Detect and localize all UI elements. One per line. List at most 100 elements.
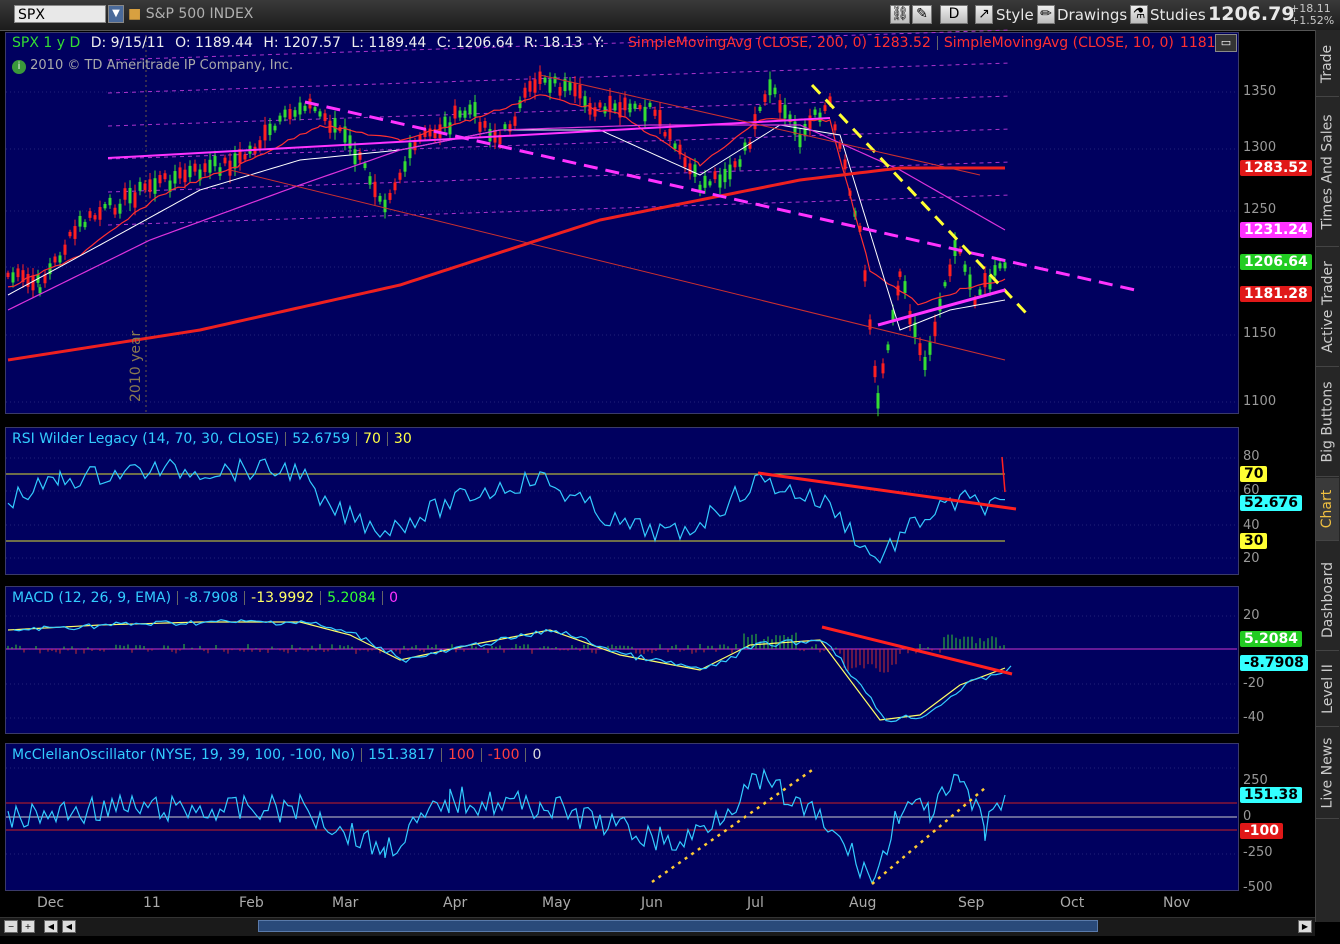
candle-body [463, 110, 467, 118]
mcclellan-label[interactable]: McClellanOscillator (NYSE, 19, 39, 100, … [12, 747, 355, 763]
candle-body [16, 268, 20, 278]
candle-body [998, 263, 1002, 269]
candle-body [648, 102, 652, 107]
candle-body [153, 178, 157, 194]
candle-body [208, 159, 212, 173]
mcclellan-tick: -250 [1243, 845, 1273, 860]
candle-body [553, 76, 557, 84]
candle-body [513, 116, 517, 126]
macd-value: -8.7908 [184, 590, 239, 606]
candle-body [703, 175, 707, 188]
rsi-value-tag: 52.676 [1240, 495, 1303, 511]
candle-body [93, 215, 97, 220]
scroll-right-icon[interactable]: ▶ [1298, 920, 1312, 933]
x-label: May [542, 895, 571, 911]
candle-body [243, 154, 247, 160]
scroll-thumb[interactable] [258, 920, 1098, 932]
candle-body [293, 110, 297, 117]
candle-body [163, 173, 167, 180]
candle-body [173, 171, 177, 184]
info-icon[interactable]: i [12, 60, 26, 74]
candle-body [733, 161, 737, 168]
candle-body [313, 107, 317, 112]
candle-body [538, 71, 542, 84]
candle-body [143, 183, 147, 190]
macd-tick: 20 [1243, 608, 1260, 623]
rsi-trendline [757, 471, 1017, 511]
y-readout: Y: [593, 35, 605, 51]
price-tick: 1300 [1243, 140, 1277, 155]
price-header: SPX 1 y D D: 9/15/11 O: 1189.44 H: 1207.… [12, 35, 610, 51]
candle-body [138, 181, 142, 191]
candle-body [398, 172, 402, 180]
candle-body [38, 287, 42, 294]
candle-body [118, 203, 122, 214]
candle-body [103, 204, 107, 209]
mcclellan-tick: 0 [1243, 809, 1252, 824]
candle-body [898, 271, 902, 277]
candle-body [503, 124, 507, 130]
trendline-magenta-flat [107, 117, 831, 159]
macd-label[interactable]: MACD (12, 26, 9, EMA) [12, 590, 171, 606]
candle-body [588, 103, 592, 115]
candle-body [123, 188, 127, 200]
candle-body [533, 79, 537, 93]
candle-body [633, 103, 637, 109]
candle-body [928, 342, 932, 355]
candle-body [413, 141, 417, 151]
rsi-header: RSI Wilder Legacy (14, 70, 30, CLOSE) 52.… [12, 431, 418, 447]
candle-body [453, 105, 457, 119]
candle-body [693, 164, 697, 177]
maximize-icon[interactable]: ▭ [1215, 34, 1237, 52]
candle-body [373, 181, 377, 198]
price-tick: 1250 [1243, 202, 1277, 217]
candle-body [378, 195, 382, 202]
date-readout: D: 9/15/11 [90, 35, 165, 51]
candle-body [718, 174, 722, 188]
candle-body [813, 109, 817, 115]
candle-body [778, 100, 782, 113]
candle-body [368, 176, 372, 185]
candle-body [353, 149, 357, 165]
candle-body [573, 82, 577, 97]
candle-body [148, 179, 152, 193]
x-label: Jun [641, 895, 663, 911]
price-tick: 1150 [1243, 326, 1277, 341]
candle-body [6, 272, 10, 277]
candle-body [763, 94, 767, 102]
x-label: Sep [958, 895, 985, 911]
candle-body [128, 187, 132, 204]
candle-body [608, 95, 612, 112]
mcclellan-ob: 100 [447, 747, 475, 763]
close-readout: C: 1206.64 [436, 35, 514, 51]
scroll-left-icon[interactable]: ◀ [44, 920, 58, 933]
sma10-label[interactable]: SimpleMovingAvg (CLOSE, 10, 0) [944, 35, 1174, 51]
candle-body [11, 272, 15, 283]
candle-body [833, 124, 837, 131]
sma200-label[interactable]: SimpleMovingAvg (CLOSE, 200, 0) [628, 35, 867, 51]
candle-body [963, 264, 967, 272]
rsi-tick: 20 [1243, 551, 1260, 566]
trendline-red-thin [229, 169, 1006, 361]
chart-symbol-label[interactable]: SPX 1 y D [12, 35, 80, 51]
rsi-label[interactable]: RSI Wilder Legacy (14, 70, 30, CLOSE) [12, 431, 279, 447]
candle-body [613, 103, 617, 111]
zoom-out-icon[interactable]: − [4, 920, 18, 933]
candle-body [843, 159, 847, 170]
candle-body [876, 393, 880, 409]
candle-body [728, 164, 732, 180]
candle-body [263, 124, 267, 141]
scroll-left-fast-icon[interactable]: ◀ [62, 920, 76, 933]
rsi-ob: 70 [363, 431, 381, 447]
candle-body [233, 153, 237, 169]
candle-body [738, 159, 742, 167]
mcclellan-tick: -500 [1243, 880, 1273, 895]
candle-body [483, 121, 487, 128]
zoom-in-icon[interactable]: + [21, 920, 35, 933]
candle-body [133, 192, 137, 208]
candle-body [598, 102, 602, 108]
mcclellan-header: McClellanOscillator (NYSE, 19, 39, 100, … [12, 747, 547, 763]
mcclellan-os: -100 [487, 747, 520, 763]
candle-body [458, 110, 462, 118]
candle-body [783, 104, 787, 119]
